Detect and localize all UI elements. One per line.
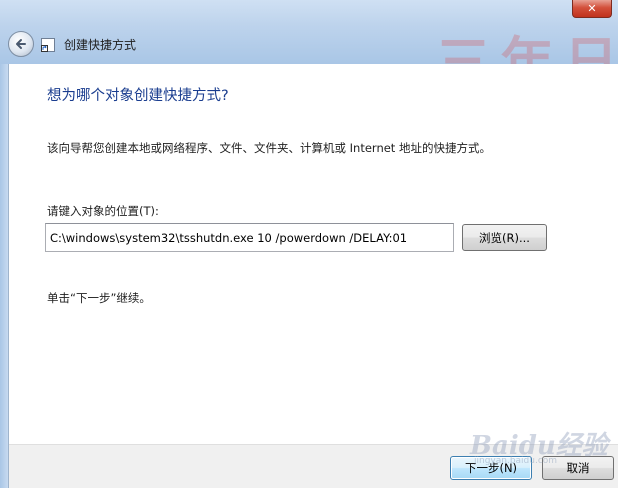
shortcut-icon <box>41 38 55 52</box>
close-button[interactable]: ✕ <box>572 0 612 18</box>
hint-text: 单击“下一步”继续。 <box>47 291 151 305</box>
location-label: 请键入对象的位置(T): <box>47 204 159 218</box>
title-bar: 三年日 ✕ 创建快捷方式 <box>0 0 618 64</box>
back-arrow-icon <box>16 39 26 49</box>
background-text: 三年日 <box>436 30 618 64</box>
wizard-title: 创建快捷方式 <box>64 38 137 52</box>
frame-left <box>0 64 8 488</box>
page-heading: 想为哪个对象创建快捷方式? <box>47 88 229 104</box>
browse-button[interactable]: 浏览(R)... <box>462 224 547 251</box>
close-icon: ✕ <box>587 2 597 15</box>
back-button[interactable] <box>8 31 34 57</box>
watermark-url: jingyan.baidu.com <box>474 456 558 466</box>
page-description: 该向导帮您创建本地或网络程序、文件、文件夹、计算机或 Internet 地址的快… <box>47 141 491 155</box>
location-input[interactable] <box>45 223 454 252</box>
